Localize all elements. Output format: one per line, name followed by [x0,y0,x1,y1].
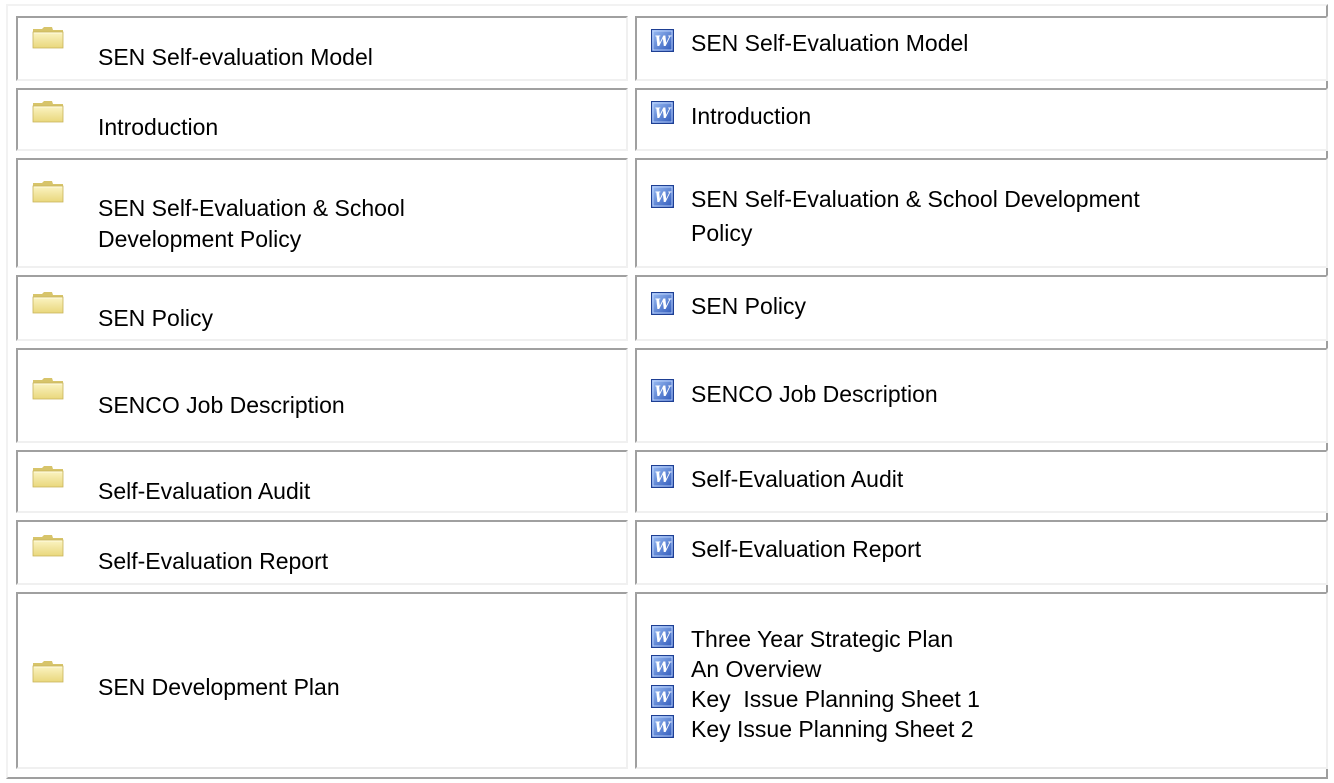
doc-cell-self-evaluation-school-development-policy[interactable]: SEN Self-Evaluation & School Development… [635,158,1328,268]
folder-cell-self-evaluation-report[interactable]: Self-Evaluation Report [16,520,628,585]
document-link[interactable]: Self-Evaluation Audit [691,466,903,493]
folder-label: Self-Evaluation Audit [98,478,311,504]
word-document-icon [651,292,674,315]
folder-icon [32,100,64,123]
doc-cell-senco-job-description[interactable]: SENCO Job Description [635,348,1328,443]
folder-label-line-1: SEN Self-Evaluation & School [98,195,405,221]
document-table: SEN Self-evaluation Model SEN Self-Evalu… [6,4,1328,779]
word-document-icon [651,685,674,708]
folder-label: SENCO Job Description [98,392,345,418]
doc-cell-introduction[interactable]: Introduction [635,88,1328,151]
word-document-icon [651,29,674,52]
folder-icon [32,26,64,49]
document-link[interactable]: Key Issue Planning Sheet 1 [691,686,980,713]
folder-cell-introduction[interactable]: Introduction [16,88,628,151]
doc-cell-self-evaluation-report[interactable]: Self-Evaluation Report [635,520,1328,585]
document-link-key-issue-planning-sheet-1[interactable]: Key Issue Planning Sheet 1 [647,684,1326,714]
folder-cell-self-evaluation-audit[interactable]: Self-Evaluation Audit [16,450,628,513]
folder-label: Introduction [98,114,219,140]
doc-cell-sen-policy[interactable]: SEN Policy [635,275,1328,341]
document-link[interactable]: An Overview [691,656,821,683]
document-link[interactable]: Self-Evaluation Report [691,536,921,563]
word-document-icon [651,379,674,402]
word-document-icon [651,185,674,208]
folder-icon [32,534,64,557]
document-link-key-issue-planning-sheet-2[interactable]: Key Issue Planning Sheet 2 [647,714,1326,744]
folder-cell-sen-policy[interactable]: SEN Policy [16,275,628,341]
document-link[interactable]: Three Year Strategic Plan [691,626,953,653]
word-document-icon [651,655,674,678]
folder-label: SEN Self-evaluation Model [98,44,373,70]
folder-icon [32,660,64,683]
word-document-icon [651,535,674,558]
document-link[interactable]: SENCO Job Description [691,381,938,408]
word-document-icon [651,101,674,124]
folder-icon [32,291,64,314]
folder-icon [32,180,64,203]
word-document-icon [651,465,674,488]
folder-cell-self-evaluation-school-development-policy[interactable]: SEN Self-Evaluation & School Development… [16,158,628,268]
folder-label: SEN Development Plan [98,674,340,700]
doc-cell-sen-self-evaluation-model[interactable]: SEN Self-Evaluation Model [635,16,1328,81]
folder-icon [32,465,64,488]
folder-label-line-2: Development Policy [98,226,302,252]
document-link-line-1[interactable]: SEN Self-Evaluation & School Development [691,186,1140,213]
document-link[interactable]: Introduction [691,103,811,130]
document-link-line-2[interactable]: Policy [691,220,752,247]
document-link[interactable]: SEN Self-Evaluation Model [691,30,968,57]
doc-cell-sen-development-plan: Three Year Strategic Plan An Overview Ke… [635,592,1328,769]
folder-cell-sen-development-plan[interactable]: SEN Development Plan [16,592,628,769]
word-document-icon [651,715,674,738]
folder-cell-sen-self-evaluation-model[interactable]: SEN Self-evaluation Model [16,16,628,81]
folder-cell-senco-job-description[interactable]: SENCO Job Description [16,348,628,443]
document-link-an-overview[interactable]: An Overview [647,654,1326,684]
folder-icon [32,377,64,400]
word-document-icon [651,625,674,648]
document-link[interactable]: Key Issue Planning Sheet 2 [691,716,974,743]
document-link[interactable]: SEN Policy [691,293,806,320]
folder-label: Self-Evaluation Report [98,548,329,574]
document-link-three-year-strategic-plan[interactable]: Three Year Strategic Plan [647,624,1326,654]
doc-cell-self-evaluation-audit[interactable]: Self-Evaluation Audit [635,450,1328,513]
folder-label: SEN Policy [98,305,214,331]
